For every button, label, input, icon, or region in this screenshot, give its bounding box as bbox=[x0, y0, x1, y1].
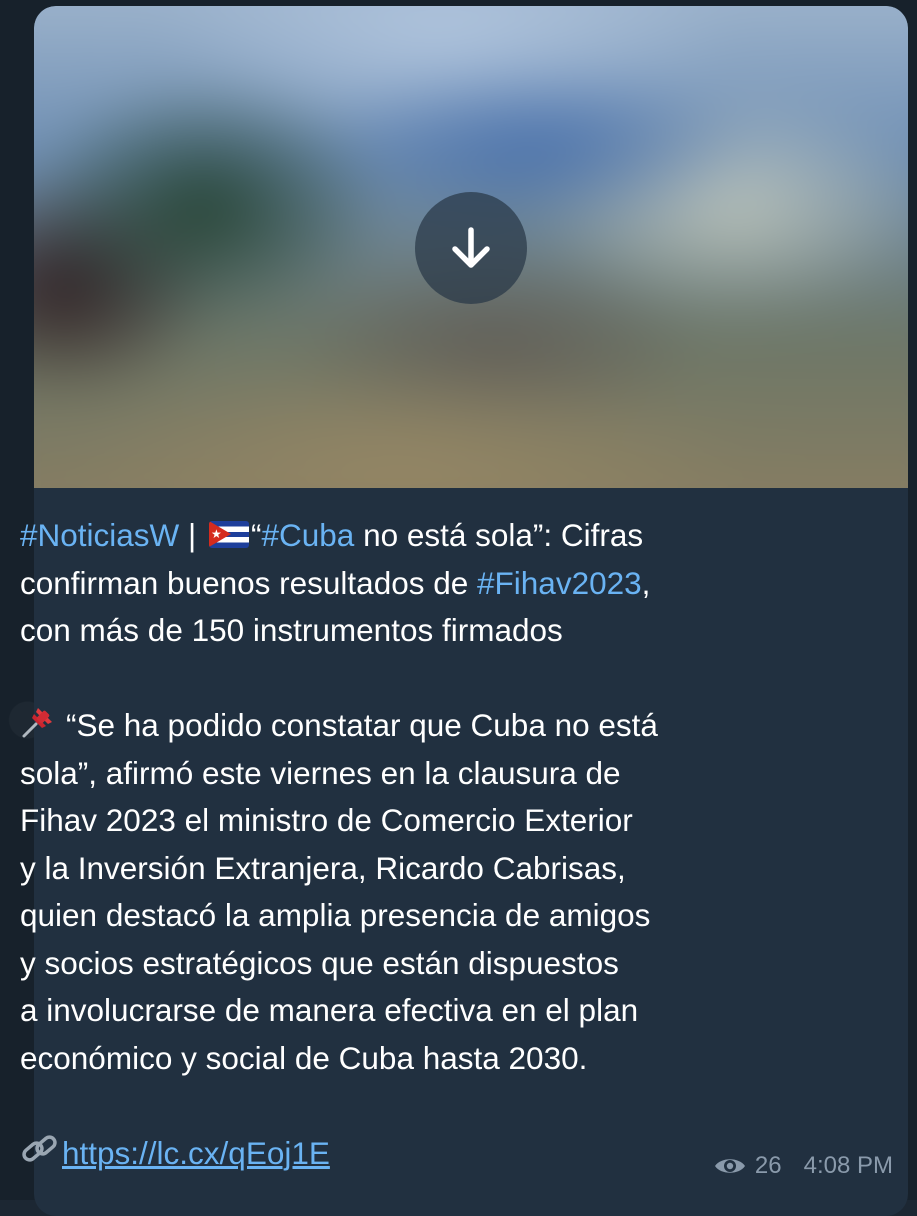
headline-line-3: con más de 150 instrumentos firmados bbox=[20, 612, 563, 648]
pushpin-icon bbox=[22, 708, 52, 738]
separator: | bbox=[179, 517, 205, 553]
body-line-3: Fihav 2023 el ministro de Comercio Exter… bbox=[20, 802, 633, 838]
body-line-7: a involucrarse de manera efectiva en el … bbox=[20, 992, 639, 1028]
eye-icon bbox=[714, 1159, 745, 1173]
message-time: 4:08 PM bbox=[803, 1152, 893, 1179]
body-line-4: y la Inversión Extranjera, Ricardo Cabri… bbox=[20, 849, 626, 886]
body-line-2: sola”, afirmó este viernes en la clausur… bbox=[20, 754, 621, 791]
link-icon bbox=[22, 1134, 57, 1162]
body-line-8: económico y social de Cuba hasta 2030. bbox=[20, 1039, 588, 1076]
body-line-1-text: “Se ha podido constatar que Cuba no está bbox=[66, 707, 658, 743]
headline-line-1: #NoticiasW | ★ “#Cuba no está sola”: Cifr… bbox=[20, 512, 860, 560]
quote-open: “ bbox=[250, 517, 262, 553]
headline-line-2-tail: , bbox=[641, 564, 651, 601]
media-preview[interactable] bbox=[34, 6, 908, 488]
view-count: 26 bbox=[754, 1152, 782, 1179]
download-button[interactable] bbox=[415, 192, 527, 304]
body-line-5: quien destacó la amplia presencia de ami… bbox=[20, 897, 651, 933]
headline-line-2-text: confirman buenos resultados de bbox=[20, 564, 478, 601]
arrow-down-icon bbox=[452, 227, 490, 268]
headline-line-2: confirman buenos resultados de #Fihav202… bbox=[20, 560, 860, 608]
cuba-flag-icon: ★ bbox=[208, 521, 249, 548]
headline-rest: no está sola”: Cifras bbox=[354, 517, 644, 553]
hashtag-fihav2023[interactable]: #Fihav2023 bbox=[477, 565, 642, 601]
body-line-6: y socios estratégicos que están dispuest… bbox=[20, 944, 619, 981]
message-text: #NoticiasW | ★ “#Cuba no está sola”: Cifr… bbox=[20, 512, 860, 1177]
url-link[interactable]: https://lc.cx/qEoj1E bbox=[62, 1135, 330, 1171]
hashtag-noticiasw[interactable]: #NoticiasW bbox=[20, 517, 179, 553]
message-meta: 26 4:08 PM bbox=[713, 1152, 893, 1180]
body-line-1: “Se ha podido constatar que Cuba no está bbox=[20, 702, 860, 750]
hashtag-cuba[interactable]: #Cuba bbox=[261, 517, 354, 553]
